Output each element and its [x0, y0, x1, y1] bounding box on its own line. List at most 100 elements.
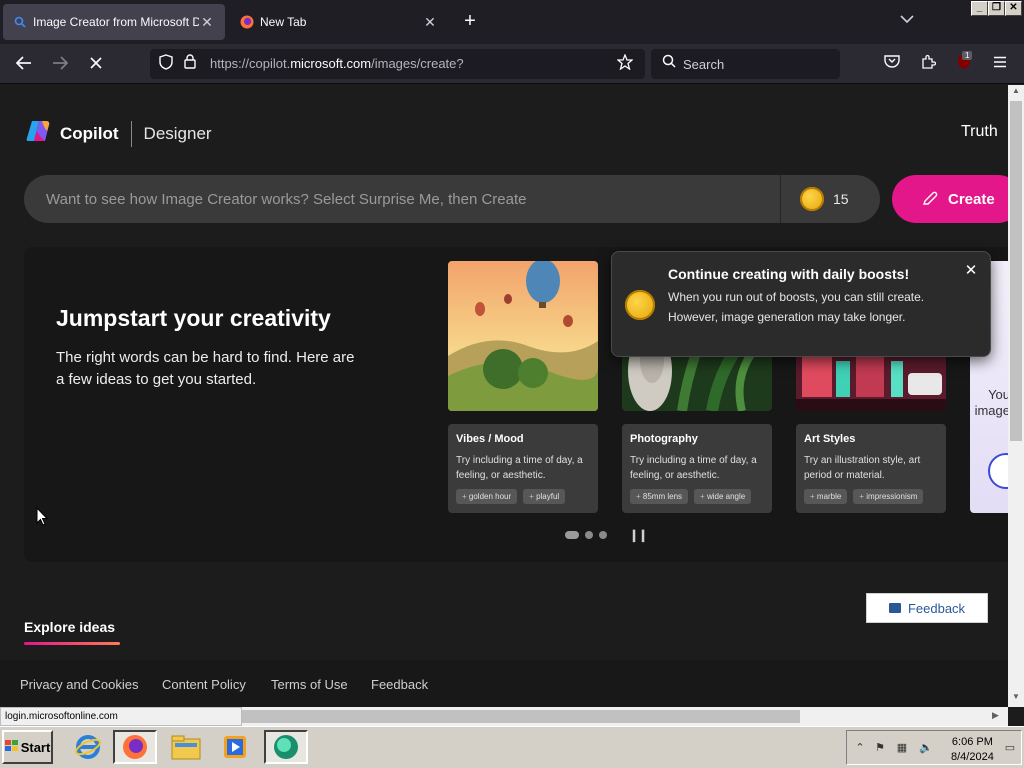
card-title: Vibes / Mood	[456, 433, 524, 445]
clock-time: 6:06 PM	[951, 736, 993, 748]
chip-playful[interactable]: playful	[523, 489, 566, 504]
minimize-button[interactable]: _	[971, 1, 988, 16]
clock[interactable]: 6:06 PM 8/4/2024	[951, 735, 994, 765]
horizontal-scrollbar[interactable]: ▶	[242, 707, 1008, 726]
copilot-designer-logo[interactable]: Copilot Designer	[26, 119, 212, 148]
carousel-indicators	[565, 531, 613, 539]
file-explorer-icon[interactable]	[164, 730, 208, 764]
card-body: Photography Try including a time of day,…	[622, 424, 772, 513]
boost-count: 15	[833, 191, 849, 207]
mouse-cursor-icon	[36, 506, 49, 532]
firefox-icon	[240, 15, 254, 29]
scroll-down-arrow[interactable]: ▼	[1008, 692, 1024, 706]
feedback-chat-icon	[888, 603, 901, 613]
app-taskbar-icon[interactable]	[264, 730, 308, 764]
close-window-button[interactable]: ✕	[1005, 1, 1022, 16]
extension-badge: 1	[962, 51, 973, 60]
product-name: Designer	[143, 123, 212, 143]
internet-explorer-icon[interactable]	[66, 730, 110, 764]
create-label: Create	[948, 190, 995, 208]
tab-close-icon[interactable]: ✕	[199, 14, 215, 31]
jumpstart-description: The right words can be hard to find. Her…	[56, 349, 355, 388]
boost-coin-icon	[800, 187, 824, 211]
search-placeholder: Search	[683, 57, 725, 72]
user-name[interactable]: Truth	[961, 123, 998, 141]
lock-icon[interactable]	[180, 54, 200, 74]
system-tray: ⌃ ⚑ ▦ 🔈 6:06 PM 8/4/2024 ▭	[846, 730, 1022, 765]
action-center-flag-icon[interactable]: ⚑	[873, 741, 887, 755]
boost-counter[interactable]: 15	[800, 187, 849, 211]
card-title: Photography	[630, 433, 698, 445]
chip-marble[interactable]: marble	[804, 489, 848, 504]
footer-link-feedback[interactable]: Feedback	[371, 677, 428, 692]
carousel-dot-1[interactable]	[565, 531, 579, 539]
forward-button[interactable]	[48, 52, 72, 76]
scroll-right-arrow[interactable]: ▶	[992, 710, 999, 721]
carousel-pause-icon[interactable]: ❙❙	[629, 528, 648, 542]
card-body: Vibes / Mood Try including a time of day…	[448, 424, 598, 513]
footer-link-terms[interactable]: Terms of Use	[271, 677, 348, 692]
idea-card-vibes-mood[interactable]: Vibes / Mood Try including a time of day…	[448, 261, 598, 513]
feedback-button[interactable]: Feedback	[866, 593, 988, 623]
feedback-label: Feedback	[907, 600, 966, 616]
footer-link-privacy[interactable]: Privacy and Cookies	[20, 677, 139, 692]
pocket-icon[interactable]	[882, 54, 902, 74]
scroll-up-arrow[interactable]: ▲	[1008, 86, 1024, 100]
windows-logo-icon	[4, 739, 19, 755]
list-all-tabs-icon[interactable]	[900, 12, 914, 26]
network-icon[interactable]: ▦	[895, 741, 909, 755]
scrollbar-thumb[interactable]	[242, 710, 800, 723]
chip-golden-hour[interactable]: golden hour	[456, 489, 518, 504]
address-bar[interactable]: https://copilot.microsoft.com/images/cre…	[150, 49, 645, 79]
copilot-logo-icon	[26, 119, 52, 148]
scrollbar-thumb[interactable]	[1010, 101, 1022, 441]
restore-button[interactable]: ❐	[988, 1, 1005, 16]
tab-close-icon[interactable]: ✕	[422, 14, 438, 31]
search-icon	[659, 54, 679, 74]
toast-close-icon[interactable]: ✕	[962, 262, 980, 280]
chip-wide-angle[interactable]: wide angle	[694, 489, 752, 504]
chip-impressionism[interactable]: impressionism	[853, 489, 924, 504]
tab-image-creator[interactable]: Image Creator from Microsoft Designer ✕	[3, 4, 225, 40]
tab-new-tab[interactable]: New Tab ✕	[230, 4, 448, 40]
menu-icon[interactable]	[990, 54, 1010, 74]
vertical-scrollbar[interactable]: ▲ ▼	[1008, 85, 1024, 707]
explore-ideas-tab[interactable]: Explore ideas	[24, 619, 115, 635]
volume-muted-icon[interactable]: 🔈	[919, 741, 933, 755]
stop-loading-button[interactable]	[84, 52, 108, 76]
new-tab-button[interactable]: +	[458, 10, 482, 34]
carousel-dot-2[interactable]	[585, 531, 593, 539]
create-button[interactable]: Create	[892, 175, 1008, 223]
card-description: Try an illustration style, art period or…	[804, 455, 921, 481]
hot-air-balloons-image	[448, 261, 598, 411]
partial-card-button[interactable]	[988, 453, 1008, 489]
clock-date: 8/4/2024	[951, 751, 994, 763]
firefox-taskbar-icon[interactable]	[113, 730, 157, 764]
jumpstart-title: Jumpstart your creativity	[56, 305, 331, 331]
carousel-dot-3[interactable]	[599, 531, 607, 539]
card-title: Art Styles	[804, 433, 856, 445]
boost-coin-icon	[625, 290, 655, 320]
tracking-protection-icon[interactable]	[156, 54, 176, 74]
prompt-input[interactable]	[44, 189, 764, 209]
status-url: login.microsoftonline.com	[0, 707, 242, 726]
search-box[interactable]: Search	[651, 49, 840, 79]
show-hidden-icons-icon[interactable]: ⌃	[853, 741, 867, 755]
extensions-icon[interactable]	[918, 54, 938, 74]
start-button[interactable]: Start	[2, 730, 53, 764]
back-button[interactable]	[12, 52, 36, 76]
show-desktop-icon[interactable]: ▭	[1003, 741, 1017, 755]
tab-strip: Image Creator from Microsoft Designer ✕ …	[0, 0, 1024, 44]
media-player-icon[interactable]	[213, 730, 257, 764]
url-text[interactable]: https://copilot.microsoft.com/images/cre…	[210, 56, 464, 71]
brand-name: Copilot	[60, 123, 119, 143]
footer: Privacy and Cookies Content Policy Terms…	[0, 660, 1008, 707]
chip-85mm-lens[interactable]: 85mm lens	[630, 489, 689, 504]
page-content: Copilot Designer Truth 15 Create Jumpsta…	[0, 85, 1008, 707]
navigation-toolbar: https://copilot.microsoft.com/images/cre…	[0, 44, 1024, 84]
toast-title: Continue creating with daily boosts!	[668, 266, 910, 282]
bookmark-star-icon[interactable]	[615, 53, 635, 74]
prompt-bar: 15	[24, 175, 880, 223]
footer-link-content-policy[interactable]: Content Policy	[162, 677, 246, 692]
tab-title: New Tab	[260, 15, 307, 29]
